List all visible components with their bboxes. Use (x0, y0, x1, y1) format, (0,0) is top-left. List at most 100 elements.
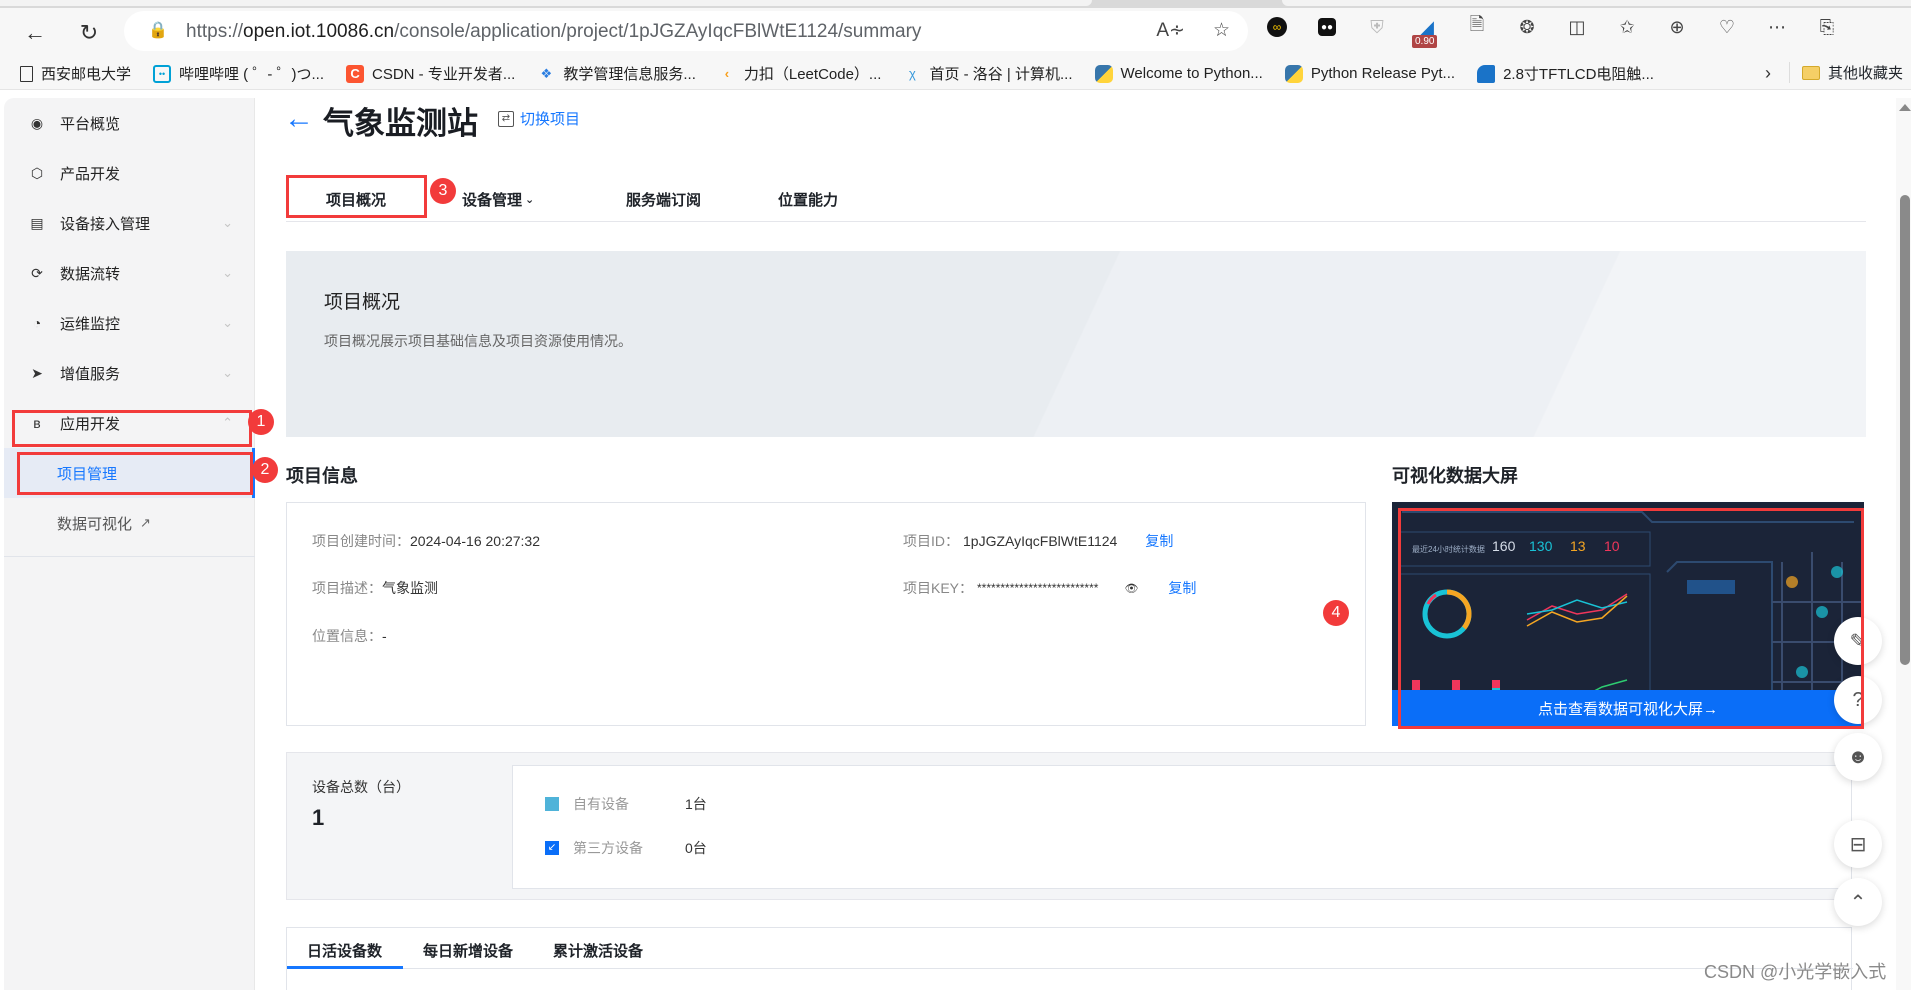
bookmark-label: Python Release Pyt... (1310, 65, 1456, 82)
copy-id-button[interactable]: 复制 (1145, 531, 1173, 551)
bookmark-item[interactable]: ‹ 力扣（LeetCode）... (718, 63, 882, 84)
leetcode-icon: ‹ (724, 66, 730, 81)
annotation-box-3 (286, 175, 427, 218)
extension-infinity-icon[interactable]: ∞ (1264, 14, 1290, 40)
extension-shield-icon[interactable]: ⛨ (1364, 14, 1390, 40)
collapse-icon[interactable]: ⊟ (1834, 820, 1882, 868)
bookmark-label: 教学管理信息服务... (563, 66, 696, 83)
field-label: 项目ID： (903, 533, 959, 549)
tab-label: 位置能力 (778, 191, 839, 209)
extensions-area: ∞ ●● ⛨ ◢ 0.90 🗎 ❂ ◫ ✩ ⊕ ♡ ⋯ ⎘ (1264, 14, 1840, 48)
back-to-top-icon[interactable]: ⌃ (1834, 878, 1882, 926)
chevron-down-icon: ⌄ (222, 365, 233, 380)
bookmarks-overflow-chevron-icon[interactable]: › (1765, 63, 1771, 84)
other-bookmarks-folder[interactable]: 其他收藏夹 (1788, 62, 1903, 83)
own-device-icon (545, 797, 559, 811)
customer-service-icon[interactable]: ☻ (1834, 733, 1882, 781)
field-label: 位置信息： (312, 628, 382, 644)
sidebar-item-product-dev[interactable]: ⬡ 产品开发 (4, 148, 255, 198)
luogu-icon: χ (909, 66, 916, 81)
lock-icon[interactable]: 🔒 (148, 20, 168, 40)
favorite-star-icon[interactable]: ☆ (1213, 19, 1230, 42)
extension-speed-icon[interactable]: ◢ 0.90 (1412, 14, 1440, 48)
sidebar-item-device-access[interactable]: ▤ 设备接入管理 ⌄ (4, 198, 255, 248)
bookmark-label: CSDN - 专业开发者... (372, 66, 516, 83)
extension-docs-icon[interactable]: 🗎 (1464, 14, 1490, 40)
reload-icon[interactable]: ↻ (72, 16, 106, 50)
sidebar-item-label: 数据流转 (60, 265, 121, 283)
scrollbar-thumb[interactable] (1900, 195, 1910, 665)
eye-icon[interactable]: 👁 (1124, 582, 1138, 595)
sidebar-item-label: 设备接入管理 (60, 215, 151, 233)
device-row-label: 自有设备 (573, 796, 629, 812)
csdn-icon: C (346, 64, 365, 83)
tab-location[interactable]: 位置能力 (778, 176, 838, 222)
device-access-icon: ▤ (30, 214, 44, 231)
own-device-row: 自有设备 1台 (545, 794, 707, 814)
annotation-badge-2: 2 (252, 457, 278, 483)
overview-banner: 项目概况 项目概况展示项目基础信息及项目资源使用情况。 (286, 251, 1866, 437)
annotation-badge-1: 1 (248, 409, 274, 435)
sidebar-item-ops-monitor[interactable]: ◔ 运维监控 ⌄ (4, 298, 255, 348)
tab-server-subscription[interactable]: 服务端订阅 (626, 176, 701, 222)
address-bar[interactable]: 🔒 https://open.iot.10086.cn/console/appl… (124, 11, 1248, 51)
back-arrow-icon[interactable]: ← (284, 102, 314, 136)
bookmark-item[interactable]: C CSDN - 专业开发者... (346, 63, 515, 84)
address-bar-actions: A∻ ☆ (1156, 19, 1230, 42)
created-time-field: 项目创建时间： 2024-04-16 20:27:32 (312, 531, 540, 551)
chevron-down-icon: ⌄ (222, 215, 233, 230)
url-text[interactable]: https://open.iot.10086.cn/console/applic… (186, 21, 921, 43)
python-icon (1094, 64, 1113, 83)
external-link-icon: ↗ (140, 515, 151, 530)
bilibili-icon: •• (153, 64, 172, 83)
tab-label: 服务端订阅 (626, 191, 702, 209)
pie-icon: ◔ (32, 315, 42, 331)
collections-icon[interactable]: ⊕ (1664, 14, 1690, 40)
favorites-icon[interactable]: ✩ (1614, 14, 1640, 40)
copy-key-button[interactable]: 复制 (1168, 578, 1196, 598)
more-menu-icon[interactable]: ⋯ (1764, 14, 1790, 40)
bookmark-item[interactable]: Welcome to Python... (1094, 64, 1263, 83)
sidebar-toggle-icon[interactable]: ⎘ (1814, 14, 1840, 40)
sidebar-item-data-flow[interactable]: ⟳ 数据流转 ⌄ (4, 248, 255, 298)
tab-label: 设备管理 (462, 191, 523, 209)
sidebar-item-value-added[interactable]: ➤ 增值服务 ⌄ (4, 348, 255, 398)
location-value: - (382, 628, 387, 644)
chevron-down-icon: ⌄ (525, 193, 535, 206)
url-path: /console/application/project/1pJGZAyIqcF… (394, 21, 922, 42)
project-id-field: 项目ID： 1pJGZAyIqcFBlWtE1124 复制 (903, 531, 1173, 551)
split-screen-icon[interactable]: ◫ (1564, 14, 1590, 40)
switch-project-button[interactable]: ⇄ 切换项目 (498, 108, 580, 129)
tab-daily-new[interactable]: 每日新增设备 (423, 940, 513, 961)
extensions-puzzle-icon[interactable]: ❂ (1514, 14, 1540, 40)
sidebar: ◉ 平台概览 ⬡ 产品开发 ▤ 设备接入管理 ⌄ ⟳ 数据流转 ⌄ ◔ 运维监控 ⌄ ➤ 增值服务… (4, 98, 255, 990)
bookmark-item[interactable]: Python Release Pyt... (1284, 64, 1456, 83)
browser-health-icon[interactable]: ♡ (1714, 14, 1740, 40)
tab-cumulative-activated[interactable]: 累计激活设备 (553, 940, 643, 961)
banner-title: 项目概况 (324, 292, 401, 313)
csdn-watermark: CSDN @小光学嵌入式 (1704, 962, 1887, 982)
sidebar-item-label: 产品开发 (60, 165, 121, 183)
browser-tab[interactable] (0, 0, 1092, 6)
back-icon[interactable]: ← (18, 16, 52, 50)
scroll-up-arrow-icon[interactable] (1899, 104, 1911, 111)
device-row-label: 第三方设备 (573, 840, 643, 856)
bookmark-item[interactable]: 西安邮电大学 (20, 63, 131, 84)
extension-tampermonkey-icon[interactable]: ●● (1314, 14, 1340, 40)
project-info-card: 项目创建时间： 2024-04-16 20:27:32 项目描述： 气象监测 位置信… (286, 502, 1366, 726)
bookmark-item[interactable]: ❖ 教学管理信息服务... (537, 63, 696, 84)
tab-daily-active[interactable]: 日活设备数 (307, 940, 382, 961)
bookmark-item[interactable]: 2.8寸TFTLCD电阻触... (1477, 63, 1654, 84)
sidebar-item-overview[interactable]: ◉ 平台概览 (4, 98, 255, 148)
bookmark-item[interactable]: •• 哔哩哔哩 ( ゜- ゜)つ... (153, 63, 324, 84)
annotation-box-2 (17, 452, 253, 495)
send-icon: ➤ (31, 364, 43, 381)
project-key-field: 项目KEY： ************************** 👁 复制 (903, 578, 1196, 598)
read-aloud-icon[interactable]: A∻ (1156, 19, 1185, 42)
switch-project-label: 切换项目 (520, 111, 581, 128)
tab-device-manage[interactable]: 设备管理 ⌄ (462, 176, 534, 222)
description-field: 项目描述： 气象监测 (312, 578, 438, 598)
bookmark-item[interactable]: χ 首页 - 洛谷 | 计算机... (903, 63, 1073, 84)
sidebar-sub-data-visualization[interactable]: 数据可视化 ↗ (4, 498, 255, 548)
browser-tab[interactable] (1282, 0, 1911, 6)
